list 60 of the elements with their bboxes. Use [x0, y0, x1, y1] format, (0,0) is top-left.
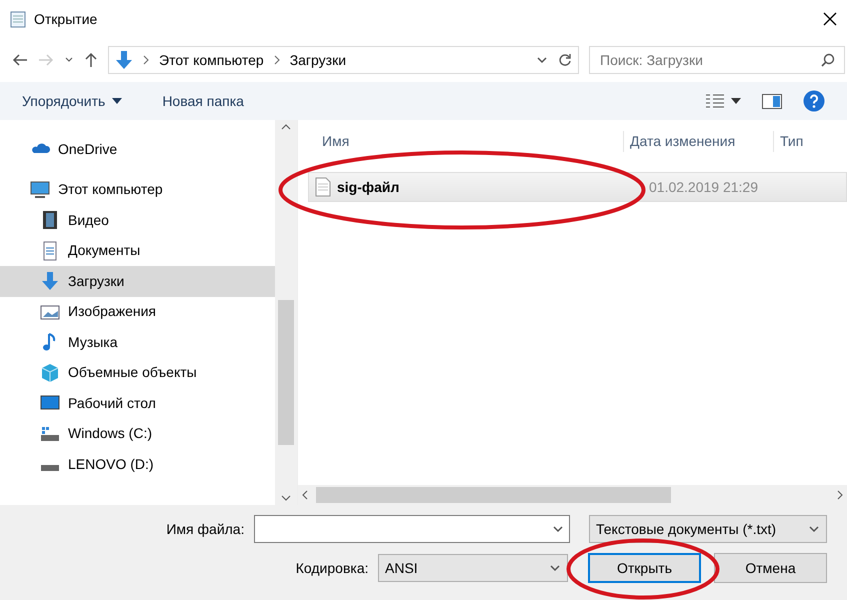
list-view-icon [706, 94, 724, 108]
column-header[interactable]: Имя [298, 131, 623, 152]
address-bar[interactable]: Этот компьютер Загрузки [108, 46, 579, 74]
file-name: sig-файл [337, 178, 400, 197]
download-arrow-icon [115, 50, 133, 70]
preview-pane-icon[interactable] [762, 94, 782, 108]
refresh-icon[interactable] [558, 53, 572, 67]
breadcrumb-item[interactable]: Этот компьютер [159, 50, 264, 70]
column-header[interactable]: Дата изменения [623, 131, 773, 152]
scroll-down-icon[interactable] [281, 495, 291, 501]
up-arrow-icon[interactable] [84, 52, 98, 68]
sidebar-item[interactable]: Рабочий стол [0, 388, 275, 418]
file-type-dropdown[interactable]: Текстовые документы (*.txt) [589, 515, 827, 543]
encoding-dropdown[interactable]: ANSI [378, 554, 568, 582]
organize-menu-button[interactable]: Упорядочить [22, 90, 122, 112]
encoding-label: Кодировка: [296, 558, 368, 578]
help-icon[interactable] [803, 90, 825, 112]
sidebar-item[interactable]: Музыка [0, 327, 275, 358]
caret-icon [731, 98, 741, 104]
sidebar-item[interactable]: Этот компьютер [0, 174, 275, 205]
view-menu-button[interactable] [706, 94, 741, 108]
drive-icon [40, 464, 60, 472]
sidebar-item[interactable]: Документы [0, 236, 275, 266]
sidebar-item[interactable]: Загрузки [0, 266, 275, 296]
window-title: Открытие [34, 10, 98, 29]
scrollbar-thumb[interactable] [316, 487, 671, 503]
forward-arrow-icon [38, 53, 54, 67]
sidebar-item[interactable]: OneDrive [0, 134, 275, 164]
back-arrow-icon[interactable] [12, 53, 28, 67]
caret-icon [112, 98, 122, 104]
close-icon[interactable] [823, 12, 837, 26]
text-file-icon [315, 177, 331, 197]
new-folder-button[interactable]: Новая папка [162, 90, 244, 112]
notepad-icon [10, 10, 26, 28]
cancel-button[interactable]: Отмена [714, 553, 827, 583]
scroll-left-icon[interactable] [302, 490, 308, 500]
sidebar-item[interactable]: Изображения [0, 296, 275, 327]
video-icon [40, 210, 60, 230]
horizontal-scrollbar[interactable] [298, 485, 847, 505]
scroll-up-icon[interactable] [281, 124, 291, 130]
downloads-icon [40, 271, 60, 292]
scroll-right-icon[interactable] [837, 490, 843, 500]
sidebar-item[interactable]: Объемные объекты [0, 358, 275, 388]
file-date: 01.02.2019 21:29 [649, 178, 758, 196]
sidebar-item[interactable]: LENOVO (D:) [0, 449, 275, 480]
sidebar-item[interactable]: Видео [0, 205, 275, 236]
computer-icon [30, 180, 50, 200]
search-field[interactable]: Поиск: Загрузки [589, 46, 845, 74]
breadcrumb-chevron-icon [274, 55, 280, 65]
open-button[interactable]: Открыть [588, 553, 701, 583]
column-header[interactable]: Тип [773, 131, 833, 152]
vertical-scrollbar[interactable] [275, 120, 297, 505]
file-name-label: Имя файла: [166, 520, 244, 539]
file-row[interactable]: sig-файл 01.02.2019 21:29 [308, 172, 847, 202]
breadcrumb-item[interactable]: Загрузки [290, 50, 346, 70]
file-name-field[interactable] [254, 515, 570, 543]
objects3d-icon [40, 362, 60, 383]
sidebar-item[interactable]: Windows (C:) [0, 418, 275, 449]
scrollbar-thumb[interactable] [278, 300, 294, 445]
breadcrumb-chevron-icon [143, 55, 149, 65]
